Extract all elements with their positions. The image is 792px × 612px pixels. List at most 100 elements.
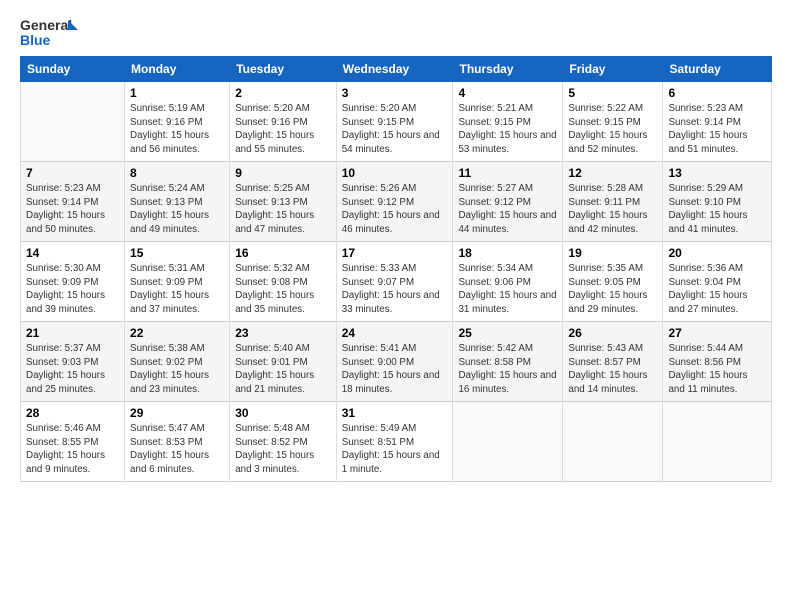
calendar-cell: 15 Sunrise: 5:31 AMSunset: 9:09 PMDayligh…: [125, 242, 230, 322]
calendar-cell: 21 Sunrise: 5:37 AMSunset: 9:03 PMDayligh…: [21, 322, 125, 402]
day-info: Sunrise: 5:49 AMSunset: 8:51 PMDaylight:…: [342, 422, 448, 477]
day-number: 4: [458, 86, 557, 100]
day-number: 12: [568, 166, 657, 180]
day-number: 17: [342, 246, 448, 260]
header: GeneralBlue: [20, 16, 772, 48]
day-info: Sunrise: 5:32 AMSunset: 9:08 PMDaylight:…: [235, 262, 331, 317]
day-number: 29: [130, 406, 224, 420]
day-number: 7: [26, 166, 119, 180]
day-info: Sunrise: 5:20 AMSunset: 9:16 PMDaylight:…: [235, 102, 331, 157]
day-info: Sunrise: 5:19 AMSunset: 9:16 PMDaylight:…: [130, 102, 224, 157]
day-info: Sunrise: 5:22 AMSunset: 9:15 PMDaylight:…: [568, 102, 657, 157]
calendar-cell: 5 Sunrise: 5:22 AMSunset: 9:15 PMDaylight…: [563, 82, 663, 162]
weekday-header-tuesday: Tuesday: [230, 57, 337, 82]
day-info: Sunrise: 5:31 AMSunset: 9:09 PMDaylight:…: [130, 262, 224, 317]
calendar-week-row: 21 Sunrise: 5:37 AMSunset: 9:03 PMDayligh…: [21, 322, 772, 402]
day-number: 19: [568, 246, 657, 260]
calendar-cell: 12 Sunrise: 5:28 AMSunset: 9:11 PMDayligh…: [563, 162, 663, 242]
calendar-cell: 10 Sunrise: 5:26 AMSunset: 9:12 PMDayligh…: [336, 162, 453, 242]
calendar-cell: 1 Sunrise: 5:19 AMSunset: 9:16 PMDaylight…: [125, 82, 230, 162]
day-number: 10: [342, 166, 448, 180]
day-info: Sunrise: 5:40 AMSunset: 9:01 PMDaylight:…: [235, 342, 331, 397]
calendar-cell: [453, 402, 563, 482]
calendar-cell: 28 Sunrise: 5:46 AMSunset: 8:55 PMDayligh…: [21, 402, 125, 482]
calendar-cell: 31 Sunrise: 5:49 AMSunset: 8:51 PMDayligh…: [336, 402, 453, 482]
calendar-week-row: 7 Sunrise: 5:23 AMSunset: 9:14 PMDaylight…: [21, 162, 772, 242]
day-number: 13: [668, 166, 766, 180]
day-info: Sunrise: 5:48 AMSunset: 8:52 PMDaylight:…: [235, 422, 331, 477]
calendar-cell: 20 Sunrise: 5:36 AMSunset: 9:04 PMDayligh…: [663, 242, 772, 322]
day-number: 27: [668, 326, 766, 340]
day-info: Sunrise: 5:25 AMSunset: 9:13 PMDaylight:…: [235, 182, 331, 237]
weekday-header-sunday: Sunday: [21, 57, 125, 82]
calendar-cell: [21, 82, 125, 162]
weekday-header-monday: Monday: [125, 57, 230, 82]
day-number: 15: [130, 246, 224, 260]
calendar-cell: 13Sunrise: 5:29 AMSunset: 9:10 PMDayligh…: [663, 162, 772, 242]
day-info: Sunrise: 5:23 AMSunset: 9:14 PMDaylight:…: [26, 182, 119, 237]
day-info: Sunrise: 5:35 AMSunset: 9:05 PMDaylight:…: [568, 262, 657, 317]
day-info: Sunrise: 5:37 AMSunset: 9:03 PMDaylight:…: [26, 342, 119, 397]
day-info: Sunrise: 5:26 AMSunset: 9:12 PMDaylight:…: [342, 182, 448, 237]
calendar-cell: 14 Sunrise: 5:30 AMSunset: 9:09 PMDayligh…: [21, 242, 125, 322]
calendar-cell: 27Sunrise: 5:44 AMSunset: 8:56 PMDayligh…: [663, 322, 772, 402]
day-number: 3: [342, 86, 448, 100]
calendar-week-row: 1 Sunrise: 5:19 AMSunset: 9:16 PMDaylight…: [21, 82, 772, 162]
logo-svg: GeneralBlue: [20, 16, 80, 48]
weekday-header-wednesday: Wednesday: [336, 57, 453, 82]
day-number: 20: [668, 246, 766, 260]
calendar-cell: 11Sunrise: 5:27 AMSunset: 9:12 PMDayligh…: [453, 162, 563, 242]
svg-text:General: General: [20, 17, 72, 33]
day-number: 23: [235, 326, 331, 340]
day-number: 11: [458, 166, 557, 180]
day-info: Sunrise: 5:41 AMSunset: 9:00 PMDaylight:…: [342, 342, 448, 397]
page-container: GeneralBlue SundayMondayTuesdayWednesday…: [0, 0, 792, 492]
weekday-header-saturday: Saturday: [663, 57, 772, 82]
calendar-cell: 2 Sunrise: 5:20 AMSunset: 9:16 PMDaylight…: [230, 82, 337, 162]
day-info: Sunrise: 5:28 AMSunset: 9:11 PMDaylight:…: [568, 182, 657, 237]
svg-text:Blue: Blue: [20, 32, 51, 48]
day-info: Sunrise: 5:43 AMSunset: 8:57 PMDaylight:…: [568, 342, 657, 397]
day-info: Sunrise: 5:38 AMSunset: 9:02 PMDaylight:…: [130, 342, 224, 397]
calendar-cell: 17 Sunrise: 5:33 AMSunset: 9:07 PMDayligh…: [336, 242, 453, 322]
calendar-cell: 23 Sunrise: 5:40 AMSunset: 9:01 PMDayligh…: [230, 322, 337, 402]
day-number: 5: [568, 86, 657, 100]
day-info: Sunrise: 5:47 AMSunset: 8:53 PMDaylight:…: [130, 422, 224, 477]
weekday-header-thursday: Thursday: [453, 57, 563, 82]
weekday-header-friday: Friday: [563, 57, 663, 82]
day-info: Sunrise: 5:36 AMSunset: 9:04 PMDaylight:…: [668, 262, 766, 317]
day-number: 21: [26, 326, 119, 340]
day-number: 9: [235, 166, 331, 180]
day-number: 2: [235, 86, 331, 100]
logo: GeneralBlue: [20, 16, 80, 48]
calendar-cell: 16Sunrise: 5:32 AMSunset: 9:08 PMDayligh…: [230, 242, 337, 322]
day-number: 22: [130, 326, 224, 340]
calendar-cell: 26 Sunrise: 5:43 AMSunset: 8:57 PMDayligh…: [563, 322, 663, 402]
day-info: Sunrise: 5:33 AMSunset: 9:07 PMDaylight:…: [342, 262, 448, 317]
calendar-cell: 7 Sunrise: 5:23 AMSunset: 9:14 PMDaylight…: [21, 162, 125, 242]
day-info: Sunrise: 5:30 AMSunset: 9:09 PMDaylight:…: [26, 262, 119, 317]
calendar-cell: [563, 402, 663, 482]
calendar-cell: 19 Sunrise: 5:35 AMSunset: 9:05 PMDayligh…: [563, 242, 663, 322]
day-info: Sunrise: 5:34 AMSunset: 9:06 PMDaylight:…: [458, 262, 557, 317]
day-number: 14: [26, 246, 119, 260]
calendar-cell: [663, 402, 772, 482]
day-number: 28: [26, 406, 119, 420]
calendar-cell: 6Sunrise: 5:23 AMSunset: 9:14 PMDaylight…: [663, 82, 772, 162]
day-info: Sunrise: 5:46 AMSunset: 8:55 PMDaylight:…: [26, 422, 119, 477]
calendar-week-row: 14 Sunrise: 5:30 AMSunset: 9:09 PMDayligh…: [21, 242, 772, 322]
day-number: 24: [342, 326, 448, 340]
calendar-cell: 9 Sunrise: 5:25 AMSunset: 9:13 PMDaylight…: [230, 162, 337, 242]
weekday-header-row: SundayMondayTuesdayWednesdayThursdayFrid…: [21, 57, 772, 82]
day-number: 31: [342, 406, 448, 420]
calendar-cell: 4 Sunrise: 5:21 AMSunset: 9:15 PMDaylight…: [453, 82, 563, 162]
day-number: 26: [568, 326, 657, 340]
calendar-cell: 30Sunrise: 5:48 AMSunset: 8:52 PMDayligh…: [230, 402, 337, 482]
calendar-cell: 24 Sunrise: 5:41 AMSunset: 9:00 PMDayligh…: [336, 322, 453, 402]
day-info: Sunrise: 5:20 AMSunset: 9:15 PMDaylight:…: [342, 102, 448, 157]
day-number: 8: [130, 166, 224, 180]
day-info: Sunrise: 5:21 AMSunset: 9:15 PMDaylight:…: [458, 102, 557, 157]
day-number: 1: [130, 86, 224, 100]
calendar-table: SundayMondayTuesdayWednesdayThursdayFrid…: [20, 56, 772, 482]
calendar-cell: 29 Sunrise: 5:47 AMSunset: 8:53 PMDayligh…: [125, 402, 230, 482]
